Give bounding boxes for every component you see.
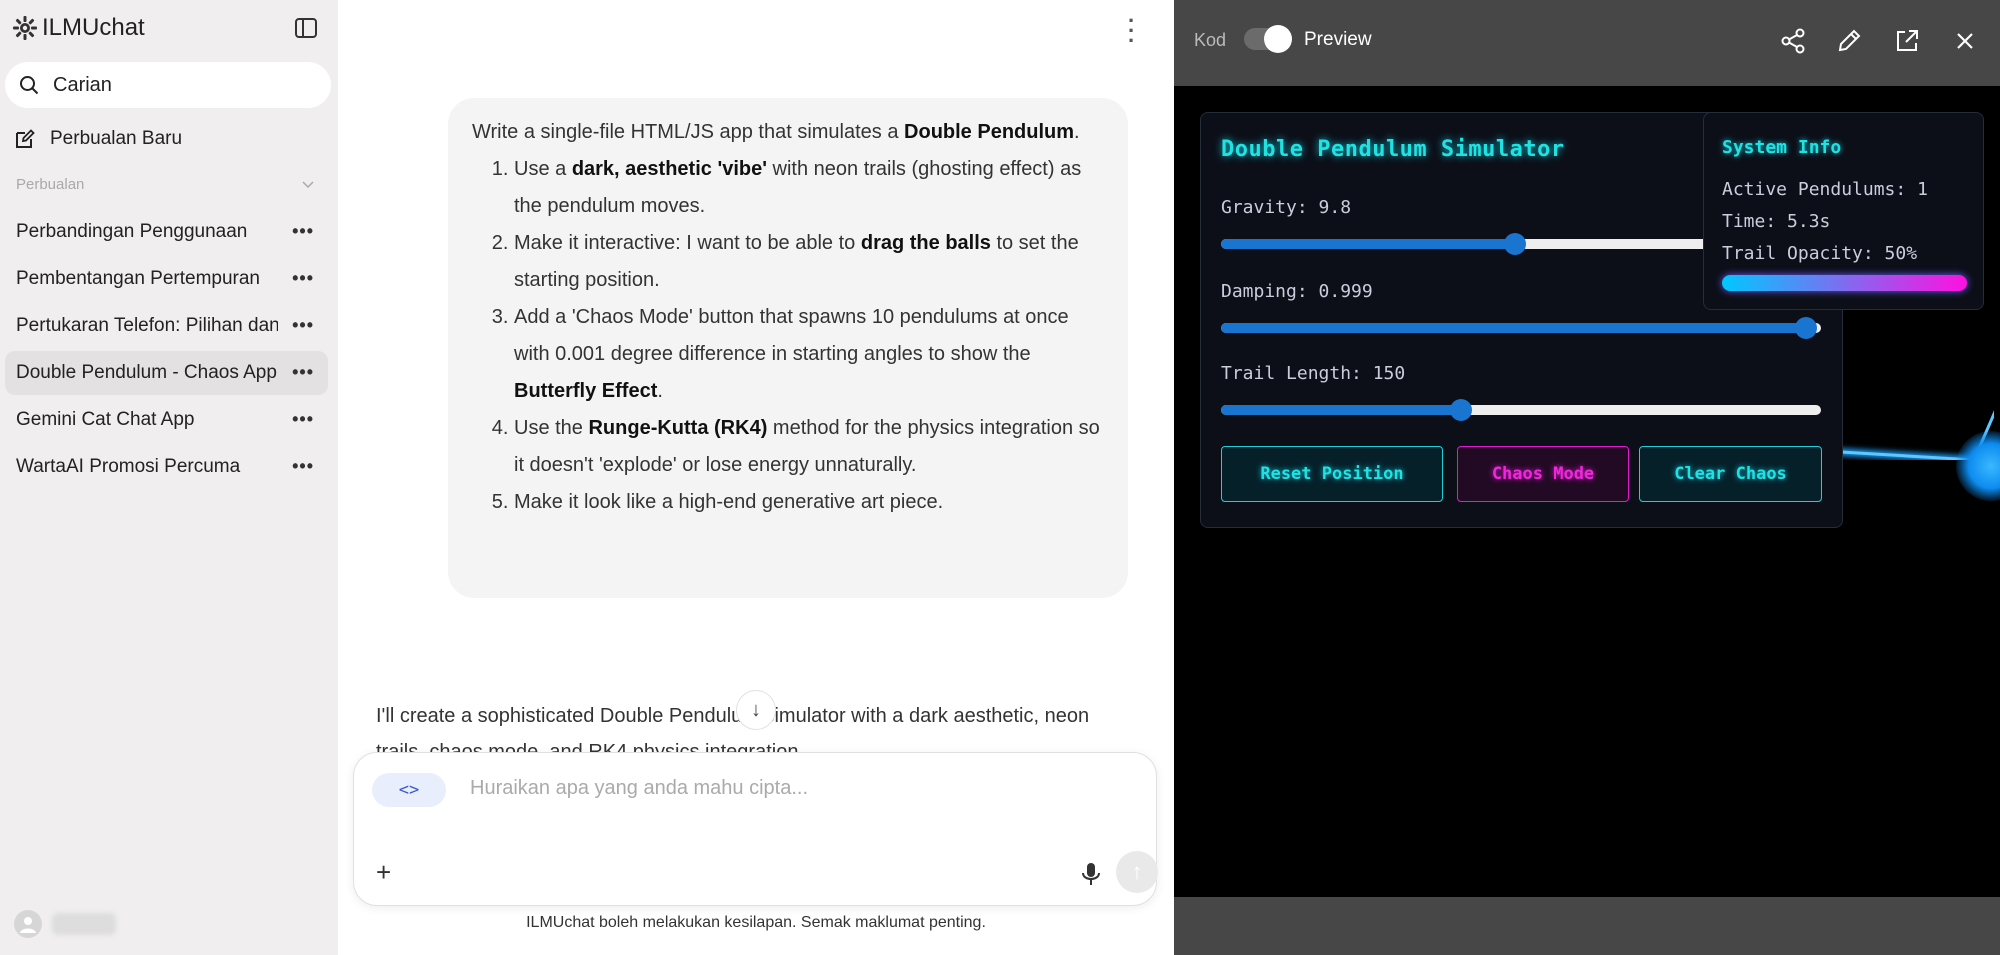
brand[interactable]: ILMUchat — [12, 14, 145, 42]
new-chat-icon — [16, 129, 35, 148]
user-icon — [20, 917, 36, 933]
sidebar-toggle-icon[interactable] — [292, 14, 320, 42]
sidebar: ILMUchat Carian Perbualan Baru Perbualan… — [0, 0, 338, 955]
open-external-icon[interactable] — [1892, 26, 1922, 56]
search-icon — [20, 76, 39, 95]
chevron-down-icon[interactable] — [300, 176, 316, 192]
chat-title: Double Pendulum - Chaos App — [16, 362, 277, 383]
system-info-panel: System Info Active Pendulums: 1 Time: 5.… — [1703, 112, 1984, 310]
slider-fill — [1221, 323, 1806, 333]
list-item: Use a dark, aesthetic 'vibe' with neon t… — [514, 151, 1104, 225]
more-options-icon[interactable]: ••• — [292, 268, 314, 289]
more-options-icon[interactable]: ••• — [292, 315, 314, 336]
user-message-list: Use a dark, aesthetic 'vibe' with neon t… — [472, 151, 1104, 521]
chat-panel: · · · Write a single-file HTML/JS app that… — [338, 0, 1174, 955]
chat-title: Perbandingan Penggunaan — [16, 221, 248, 242]
more-options-icon[interactable]: ••• — [292, 362, 314, 383]
trail-length-label: Trail Length: 150 — [1221, 363, 1406, 384]
simulator-title: Double Pendulum Simulator — [1221, 137, 1565, 162]
chat-title: Gemini Cat Chat App — [16, 409, 195, 430]
chat-title: Pembentangan Pertempuran — [16, 268, 260, 289]
toggle-knob — [1264, 25, 1292, 53]
user-name-blurred — [52, 913, 116, 935]
avatar — [14, 910, 42, 938]
disclaimer: ILMUchat boleh melakukan kesilapan. Sema… — [526, 914, 986, 931]
system-info-title: System Info — [1722, 137, 1842, 158]
add-attachment-icon[interactable]: + — [376, 857, 391, 888]
slider-fill — [1221, 405, 1461, 415]
reset-position-button[interactable]: Reset Position — [1221, 446, 1443, 502]
search-bar[interactable]: Carian — [5, 62, 331, 108]
slider-thumb[interactable] — [1504, 233, 1526, 255]
code-mode-chip[interactable]: <> — [372, 773, 446, 807]
user-message-bubble: Write a single-file HTML/JS app that sim… — [448, 98, 1128, 598]
slider-thumb[interactable] — [1450, 399, 1472, 421]
slider-thumb[interactable] — [1795, 317, 1817, 339]
prompt-input[interactable]: Huraikan apa yang anda mahu cipta... — [470, 777, 808, 800]
composer[interactable]: <> Huraikan apa yang anda mahu cipta... … — [353, 752, 1158, 906]
list-item: Make it look like a high-end generative … — [514, 484, 1104, 521]
scroll-down-button[interactable]: ↓ — [736, 690, 776, 730]
chaos-mode-button[interactable]: Chaos Mode — [1457, 446, 1629, 502]
slider-fill — [1221, 239, 1515, 249]
share-icon[interactable] — [1778, 26, 1808, 56]
more-options-icon[interactable]: ••• — [292, 409, 314, 430]
edit-icon[interactable] — [1834, 26, 1864, 56]
brand-name: ILMUchat — [42, 14, 145, 41]
chat-list-item[interactable]: Gemini Cat Chat App ••• — [5, 398, 328, 442]
chat-list-item[interactable]: Pertukaran Telefon: Pilihan dan ••• — [5, 304, 328, 348]
active-pendulums: Active Pendulums: 1 — [1722, 179, 1928, 200]
microphone-icon[interactable] — [1080, 861, 1102, 887]
brand-logo-icon — [13, 16, 37, 40]
preview-toolbar: Kod Preview — [1174, 0, 2000, 86]
code-label: Kod — [1194, 30, 1227, 50]
more-vertical-icon[interactable]: · · · — [1128, 10, 1135, 52]
clear-chaos-button[interactable]: Clear Chaos — [1639, 446, 1822, 502]
trail-opacity: Trail Opacity: 50% — [1722, 243, 1918, 264]
chat-list-item[interactable]: Perbandingan Penggunaan ••• — [5, 210, 328, 254]
search-label: Carian — [53, 73, 112, 96]
user-profile[interactable] — [14, 910, 116, 938]
trail-opacity-bar — [1722, 275, 1967, 291]
damping-slider[interactable] — [1221, 317, 1821, 339]
new-chat-button[interactable]: Perbualan Baru — [14, 128, 182, 150]
list-item: Make it interactive: I want to be able t… — [514, 225, 1104, 299]
new-chat-label: Perbualan Baru — [50, 128, 183, 149]
user-message-intro: Write a single-file HTML/JS app that sim… — [472, 121, 1080, 143]
chat-title: Pertukaran Telefon: Pilihan dan — [16, 315, 278, 336]
list-item: Add a 'Chaos Mode' button that spawns 10… — [514, 299, 1104, 410]
elapsed-time: Time: 5.3s — [1722, 211, 1831, 232]
gravity-label: Gravity: 9.8 — [1221, 197, 1352, 218]
chat-title: WartaAI Promosi Percuma — [16, 456, 241, 477]
more-options-icon[interactable]: ••• — [292, 456, 314, 477]
more-options-icon[interactable]: ••• — [292, 221, 314, 242]
list-item: Use the Runge-Kutta (RK4) method for the… — [514, 410, 1104, 484]
arrow-down-icon: ↓ — [751, 698, 761, 721]
preview-label: Preview — [1304, 29, 1372, 50]
chat-list-item[interactable]: WartaAI Promosi Percuma ••• — [5, 445, 328, 489]
send-button[interactable]: ↑ — [1116, 851, 1158, 893]
chat-list-item-active[interactable]: Double Pendulum - Chaos App ••• — [5, 351, 328, 395]
close-icon[interactable] — [1950, 26, 1980, 56]
chat-list-item[interactable]: Pembentangan Pertempuran ••• — [5, 257, 328, 301]
conversations-section-label: Perbualan — [16, 176, 85, 193]
trail-length-slider[interactable] — [1221, 399, 1821, 421]
arrow-up-icon: ↑ — [1131, 859, 1143, 884]
code-preview-toggle[interactable] — [1244, 25, 1292, 53]
preview-bottom-bar — [1174, 897, 2000, 955]
chat-list: Perbandingan Penggunaan ••• Pembentangan… — [5, 210, 328, 492]
damping-label: Damping: 0.999 — [1221, 281, 1373, 302]
